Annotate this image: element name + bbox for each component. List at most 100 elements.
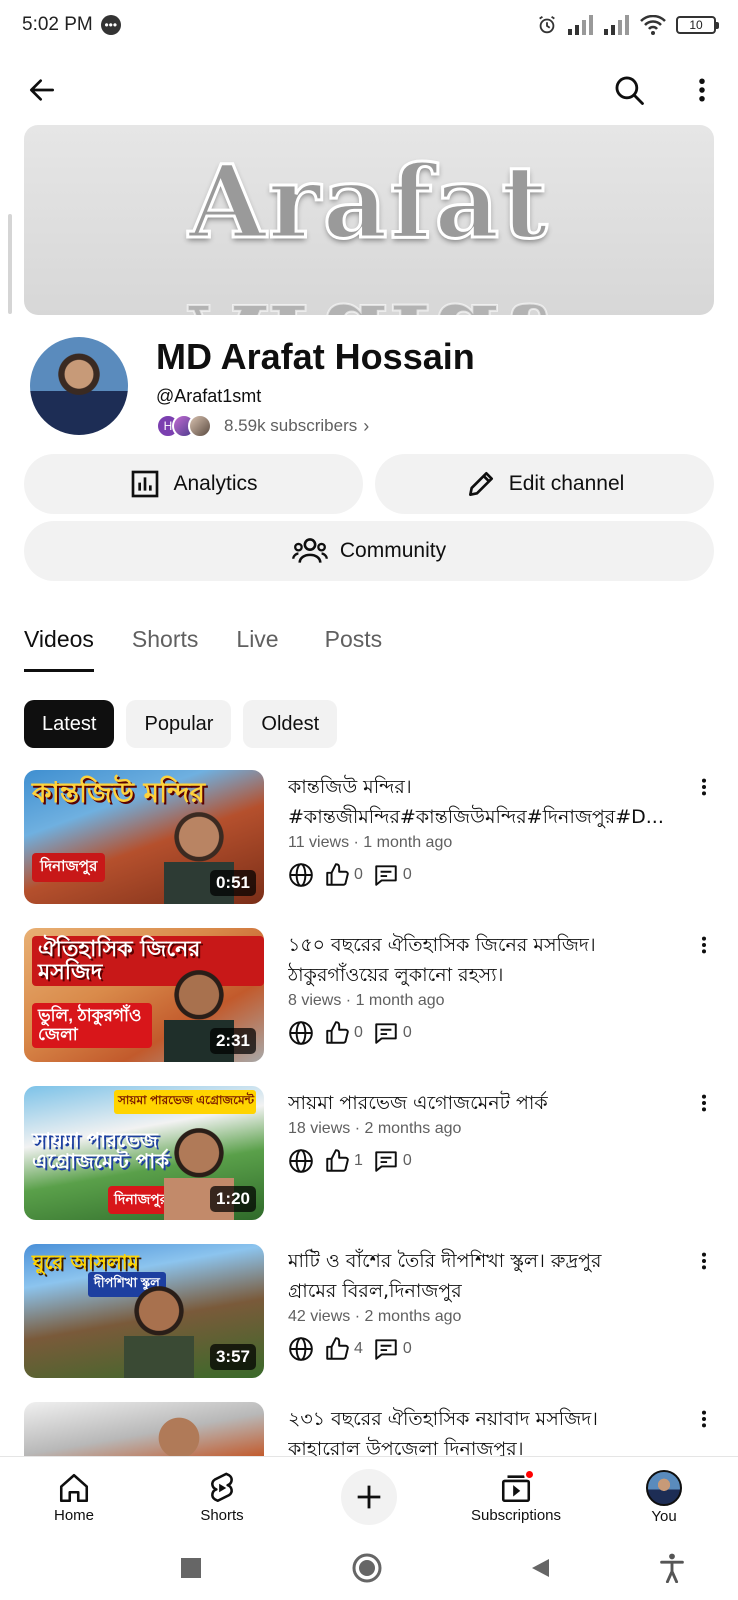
tab-videos[interactable]: Videos	[24, 612, 94, 672]
like-count: 4	[354, 1340, 363, 1357]
thumb-up-icon	[326, 863, 349, 886]
bottom-navigation: Home Shorts Subscriptions You	[0, 1456, 738, 1536]
channel-avatar[interactable]	[30, 337, 128, 435]
video-title[interactable]: সায়মা পারভেজ এগোজমেনট পার্ক	[288, 1088, 700, 1118]
chip-oldest[interactable]: Oldest	[243, 700, 338, 748]
create-button[interactable]	[341, 1469, 397, 1525]
edit-channel-button[interactable]: Edit channel	[375, 454, 714, 514]
video-stats: 4 0	[288, 1336, 412, 1362]
back-button[interactable]	[18, 66, 66, 114]
video-thumbnail[interactable]: ঘুরে আসলাম দীপশিখা স্কুল 3:57	[24, 1244, 264, 1378]
people-icon	[292, 538, 328, 563]
comment-count: 0	[402, 1152, 412, 1169]
more-vert-icon	[699, 78, 705, 102]
tab-live[interactable]: Live	[236, 612, 278, 672]
video-duration: 3:57	[209, 1344, 256, 1370]
thumb-up-icon	[326, 1021, 349, 1044]
search-button[interactable]	[605, 66, 653, 114]
comment-icon	[375, 1023, 397, 1044]
video-row[interactable]: ২৩১ বছরের ঐতিহাসিক নয়াবাদ মসজিদ। কাহারো…	[0, 1402, 738, 1456]
top-app-bar	[0, 62, 738, 118]
home-icon	[59, 1473, 89, 1502]
video-meta: 8 views · 1 month ago	[288, 992, 445, 1009]
video-thumbnail[interactable]	[24, 1402, 264, 1456]
video-meta: 11 views · 1 month ago	[288, 834, 453, 851]
chat-notification-icon: •••	[100, 15, 121, 35]
more-vert-icon	[701, 1410, 707, 1428]
back-arrow-icon	[30, 79, 54, 101]
sort-chips: Latest Popular Oldest	[24, 700, 338, 748]
back-system-button[interactable]	[524, 1552, 556, 1584]
community-button[interactable]: Community	[24, 521, 714, 581]
wifi-icon	[640, 15, 666, 35]
nav-you[interactable]: You	[604, 1457, 724, 1537]
video-title-line: কাহারোল উপজেলা দিনাজপুর।	[288, 1438, 524, 1456]
video-thumbnail[interactable]: কান্তজিউ মন্দির দিনাজপুর 0:51	[24, 770, 264, 904]
edit-channel-label: Edit channel	[508, 472, 625, 495]
video-title[interactable]: কান্তজিউ মন্দির। #কান্তজীমন্দির#কান্তজিউ…	[288, 772, 700, 832]
thumbnail-text: সায়মা পারভেজ এগ্রোজমেন্ট পার্ক	[32, 1128, 170, 1173]
globe-icon	[289, 1021, 313, 1045]
video-more-button[interactable]	[692, 930, 716, 960]
video-title[interactable]: ১৫০ বছরের ঐতিহাসিক জিনের মসজিদ। ঠাকুরগাঁ…	[288, 930, 700, 990]
nav-subscriptions[interactable]: Subscriptions	[456, 1457, 576, 1537]
subscribers-row[interactable]: H 8.59k subscribers ›	[156, 414, 369, 438]
status-left: 5:02 PM •••	[22, 14, 121, 36]
video-title[interactable]: মাটি ও বাঁশের তৈরি দীপশিখা স্কুল। রুদ্রপ…	[288, 1246, 700, 1306]
home-system-button[interactable]	[351, 1552, 383, 1584]
video-title-line: ঠাকুরগাঁওয়ের লুকানো রহস্য।	[288, 964, 504, 986]
signal-icon	[568, 15, 593, 35]
scroll-indicator	[8, 214, 12, 314]
globe-icon	[289, 1149, 313, 1173]
thumbnail-person	[124, 1282, 194, 1378]
like-stat: 4	[324, 1336, 363, 1362]
video-title-line: কান্তজিউ মন্দির।	[288, 776, 412, 798]
video-row[interactable]: ঘুরে আসলাম দীপশিখা স্কুল 3:57 মাটি ও বাঁ…	[0, 1244, 738, 1384]
recent-apps-button[interactable]	[175, 1552, 207, 1584]
video-thumbnail[interactable]: সায়মা পারভেজ এগ্রোজমেন্ট পার্ক সায়মা প…	[24, 1086, 264, 1220]
video-more-button[interactable]	[692, 1088, 716, 1118]
comment-icon	[375, 865, 397, 886]
thumbnail-banner-text: সায়মা পারভেজ এগ্রোজমেন্ট পার্ক	[114, 1090, 256, 1114]
video-row[interactable]: কান্তজিউ মন্দির দিনাজপুর 0:51 কান্তজিউ ম…	[0, 770, 738, 910]
thumbnail-person	[144, 1402, 214, 1456]
nav-home[interactable]: Home	[14, 1457, 134, 1537]
comment-stat: 0	[373, 862, 412, 888]
comment-stat: 0	[373, 1148, 412, 1174]
channel-banner[interactable]: Arafat Arafat	[24, 125, 714, 315]
video-row[interactable]: ঐতিহাসিক জিনের মসজিদ ভুলি, ঠাকুরগাঁও জেল…	[0, 928, 738, 1068]
nav-shorts[interactable]: Shorts	[162, 1457, 282, 1537]
globe-icon	[289, 863, 313, 887]
battery-icon: 10	[676, 16, 719, 34]
video-title[interactable]: ২৩১ বছরের ঐতিহাসিক নয়াবাদ মসজিদ। কাহারো…	[288, 1404, 700, 1456]
battery-level: 10	[689, 18, 703, 32]
video-more-button[interactable]	[692, 1404, 716, 1434]
more-options-button[interactable]	[678, 66, 726, 114]
video-duration: 1:20	[209, 1186, 256, 1212]
video-meta: 42 views · 2 months ago	[288, 1308, 462, 1325]
tab-shorts[interactable]: Shorts	[132, 612, 198, 672]
globe-icon	[289, 1337, 313, 1361]
banner-logo-reflection: Arafat	[24, 280, 714, 315]
chip-latest[interactable]: Latest	[24, 700, 115, 748]
thumbnail-text: ঘুরে আসলাম	[32, 1250, 139, 1274]
video-thumbnail[interactable]: ঐতিহাসিক জিনের মসজিদ ভুলি, ঠাকুরগাঁও জেল…	[24, 928, 264, 1062]
triangle-back-icon	[532, 1559, 549, 1577]
comment-stat: 0	[373, 1336, 412, 1362]
video-more-button[interactable]	[692, 772, 716, 802]
accessibility-button[interactable]	[656, 1552, 688, 1584]
analytics-button[interactable]: Analytics	[24, 454, 363, 514]
like-count: 0	[354, 1024, 363, 1041]
video-more-button[interactable]	[692, 1246, 716, 1276]
accessibility-icon	[660, 1553, 684, 1583]
tab-posts[interactable]: Posts	[325, 612, 383, 672]
more-vert-icon	[701, 936, 707, 954]
channel-handle: @Arafat1smt	[156, 386, 262, 406]
chip-popular[interactable]: Popular	[126, 700, 232, 748]
subscriber-avatar	[188, 414, 212, 438]
video-stats: 0 0	[288, 862, 412, 888]
square-icon	[181, 1558, 201, 1578]
nav-subscriptions-label: Subscriptions	[470, 1506, 562, 1524]
video-row[interactable]: সায়মা পারভেজ এগ্রোজমেন্ট পার্ক সায়মা প…	[0, 1086, 738, 1226]
alarm-icon	[539, 15, 555, 34]
